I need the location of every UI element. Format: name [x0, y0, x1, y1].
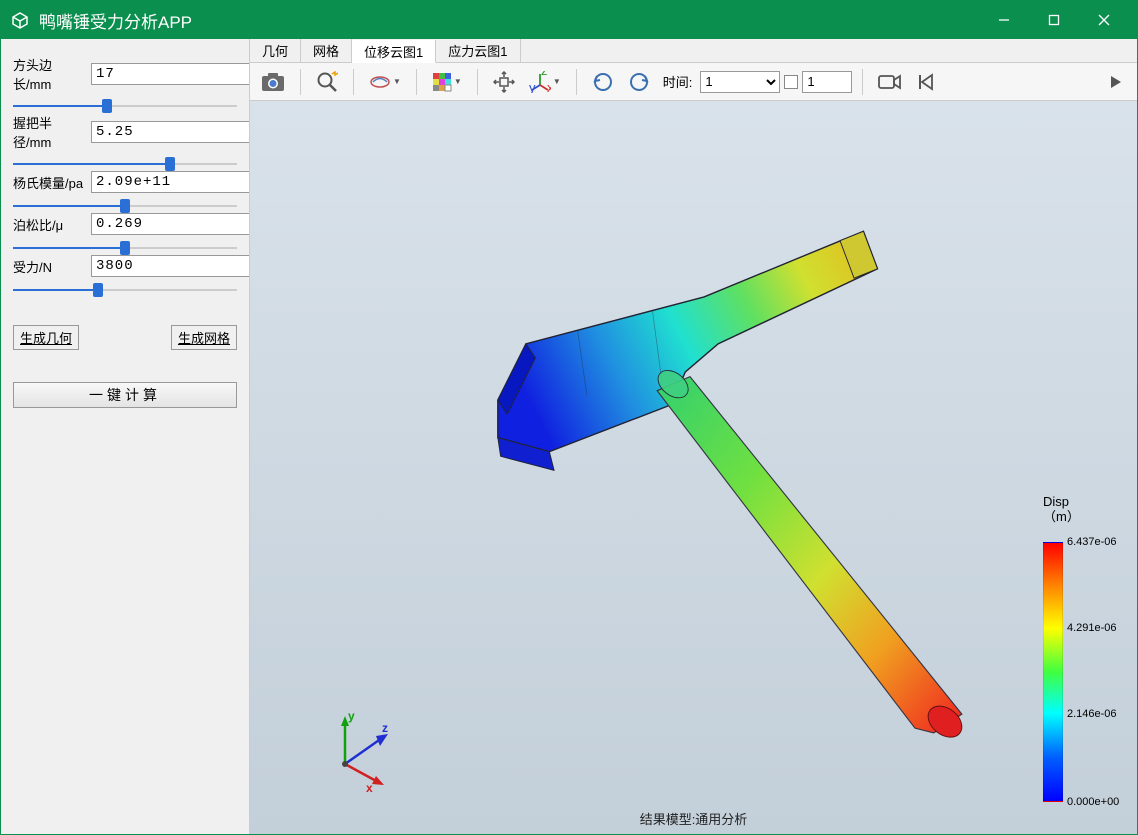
rotate-cw-button[interactable]	[623, 67, 655, 97]
svg-text:z: z	[541, 71, 548, 78]
viewport-toolbar: ▼ ▼ zxy ▼ 时间: 1	[250, 63, 1137, 101]
time-checkbox[interactable]	[784, 75, 798, 89]
time-select[interactable]: 1	[700, 71, 780, 93]
legend-color-bar	[1043, 542, 1063, 802]
param-slider-0[interactable]	[13, 99, 237, 113]
main-area: 几何网格位移云图1应力云图1 ▼ ▼ zx	[249, 39, 1137, 834]
clip-plane-button[interactable]: ▼	[364, 67, 406, 97]
color-table-button[interactable]: ▼	[427, 67, 467, 97]
param-label-2: 杨氏模量/pa	[13, 173, 85, 192]
param-label-3: 泊松比/μ	[13, 215, 85, 234]
close-button[interactable]	[1079, 1, 1129, 39]
legend-title-2: （m）	[1043, 509, 1080, 524]
generate-mesh-button[interactable]: 生成网格	[171, 325, 237, 350]
param-slider-4[interactable]	[13, 283, 237, 297]
tab-3[interactable]: 应力云图1	[436, 39, 520, 62]
legend-tick-0: 6.437e-06	[1067, 536, 1117, 548]
tab-1[interactable]: 网格	[301, 39, 352, 62]
svg-text:x: x	[547, 80, 551, 93]
tab-bar: 几何网格位移云图1应力云图1	[250, 39, 1137, 63]
animation-record-button[interactable]	[873, 67, 907, 97]
app-title: 鸭嘴锤受力分析APP	[39, 8, 192, 33]
minimize-button[interactable]	[979, 1, 1029, 39]
svg-text:z: z	[382, 721, 388, 735]
rotate-ccw-button[interactable]	[587, 67, 619, 97]
time-label: 时间:	[659, 72, 697, 91]
compute-button[interactable]: 一键计算	[13, 382, 237, 408]
param-label-4: 受力/N	[13, 257, 85, 276]
svg-text:x: x	[366, 781, 373, 794]
pan-button[interactable]	[488, 67, 520, 97]
legend-tick-1: 4.291e-06	[1067, 622, 1117, 634]
param-label-1: 握把半径/mm	[13, 113, 85, 151]
app-icon	[9, 9, 31, 31]
title-bar: 鸭嘴锤受力分析APP	[1, 1, 1137, 39]
generate-geometry-button[interactable]: 生成几何	[13, 325, 79, 350]
viewport-status-text: 结果模型:通用分析	[640, 809, 748, 828]
svg-text:y: y	[529, 80, 536, 93]
animation-first-frame-button[interactable]	[911, 67, 941, 97]
coordinate-triad: y x z	[310, 704, 400, 794]
param-slider-2[interactable]	[13, 199, 237, 213]
parameter-panel: 方头边长/mm 握把半径/mm 杨氏模量/pa 泊松比/μ	[1, 39, 249, 834]
screenshot-button[interactable]	[256, 67, 290, 97]
param-label-0: 方头边长/mm	[13, 55, 85, 93]
zoom-button[interactable]	[311, 67, 343, 97]
param-slider-1[interactable]	[13, 157, 237, 171]
hammer-model	[370, 161, 1010, 761]
tab-0[interactable]: 几何	[250, 39, 301, 62]
3d-viewport[interactable]: y x z 结果模型:通用分析 Disp（m） 6.437e-06 4.291e-…	[250, 101, 1137, 834]
legend-tick-2: 2.146e-06	[1067, 708, 1117, 720]
legend-tick-3: 0.000e+00	[1067, 796, 1119, 808]
maximize-button[interactable]	[1029, 1, 1079, 39]
tab-2[interactable]: 位移云图1	[352, 40, 436, 63]
svg-text:y: y	[348, 709, 355, 723]
color-legend: Disp（m） 6.437e-06 4.291e-06 2.146e-06 0.000…	[1033, 494, 1133, 814]
animation-play-button[interactable]	[1101, 67, 1131, 97]
param-slider-3[interactable]	[13, 241, 237, 255]
axis-orientation-button[interactable]: zxy ▼	[524, 67, 566, 97]
legend-title-1: Disp	[1043, 494, 1069, 509]
time-spinner[interactable]	[802, 71, 852, 93]
